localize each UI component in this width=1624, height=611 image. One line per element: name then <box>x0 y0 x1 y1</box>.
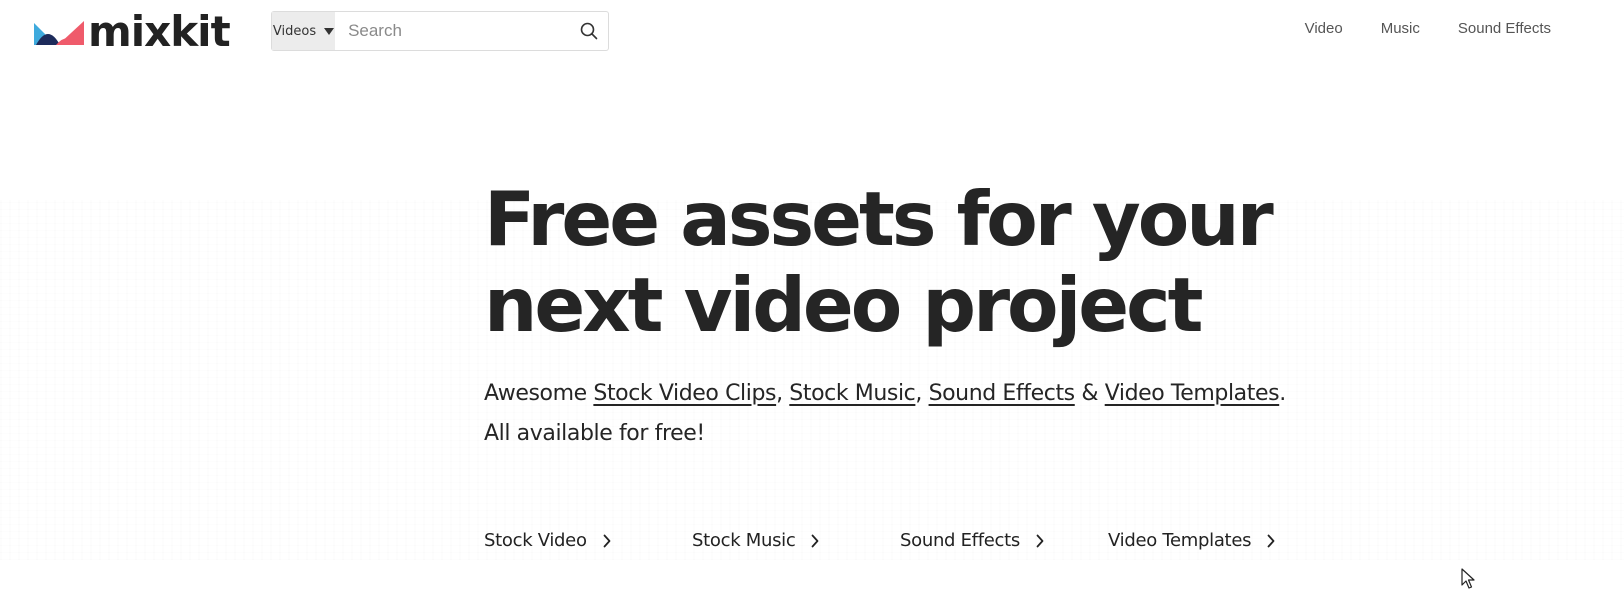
mixkit-logo-mark-icon <box>34 21 84 45</box>
link-video-templates[interactable]: Video Templates <box>1105 381 1280 406</box>
hero-sub-line-2: All available for free! <box>484 421 705 446</box>
search-category-select[interactable]: Videos <box>272 12 336 50</box>
category-link-sound-effects[interactable]: Sound Effects <box>900 530 1108 551</box>
nav-link-video[interactable]: Video <box>1305 20 1343 37</box>
hero-sub-end: . <box>1279 381 1286 406</box>
caret-down-icon <box>324 27 335 35</box>
link-sound-effects[interactable]: Sound Effects <box>929 381 1076 406</box>
hero-sub-sep-2: , <box>915 381 929 406</box>
hero-sub-sep-1: , <box>776 381 790 406</box>
mouse-cursor-icon <box>1461 568 1475 589</box>
top-navigation: Video Music Sound Effects <box>1267 20 1551 37</box>
nav-link-music[interactable]: Music <box>1381 20 1420 37</box>
search-bar: Videos <box>271 11 609 51</box>
search-icon <box>580 22 597 40</box>
hero-title-line-2: next video project <box>484 261 1203 349</box>
link-stock-video-clips[interactable]: Stock Video Clips <box>593 381 776 406</box>
category-links: Stock Video Stock Music Sound Effects Vi… <box>484 530 1316 551</box>
chevron-right-icon <box>1267 534 1275 548</box>
category-label: Stock Music <box>692 530 796 551</box>
chevron-right-icon <box>1036 534 1044 548</box>
category-link-stock-music[interactable]: Stock Music <box>692 530 900 551</box>
hero-title: Free assets for your next video project <box>484 176 1484 348</box>
search-input[interactable] <box>335 12 570 50</box>
category-label: Stock Video <box>484 530 587 551</box>
chevron-right-icon <box>603 534 611 548</box>
category-label: Video Templates <box>1108 530 1252 551</box>
hero-sub-sep-3: & <box>1074 381 1105 406</box>
hero-section: Free assets for your next video project … <box>484 176 1484 454</box>
hero-sub-prefix: Awesome <box>484 381 594 406</box>
search-category-label: Videos <box>272 23 317 39</box>
category-link-video-templates[interactable]: Video Templates <box>1108 530 1316 551</box>
site-header: mixkit Videos Video Music Sound Effects <box>0 0 1624 64</box>
mixkit-logo[interactable]: mixkit <box>34 10 244 54</box>
hero-subtitle: Awesome Stock Video Clips, Stock Music, … <box>484 374 1484 454</box>
category-link-stock-video[interactable]: Stock Video <box>484 530 692 551</box>
nav-link-sound-effects[interactable]: Sound Effects <box>1458 20 1551 37</box>
logo-wordmark: mixkit <box>88 7 231 56</box>
hero-title-line-1: Free assets for your <box>484 175 1274 263</box>
link-stock-music[interactable]: Stock Music <box>789 381 915 406</box>
search-button[interactable] <box>569 12 608 50</box>
chevron-right-icon <box>811 534 819 548</box>
category-label: Sound Effects <box>900 530 1020 551</box>
